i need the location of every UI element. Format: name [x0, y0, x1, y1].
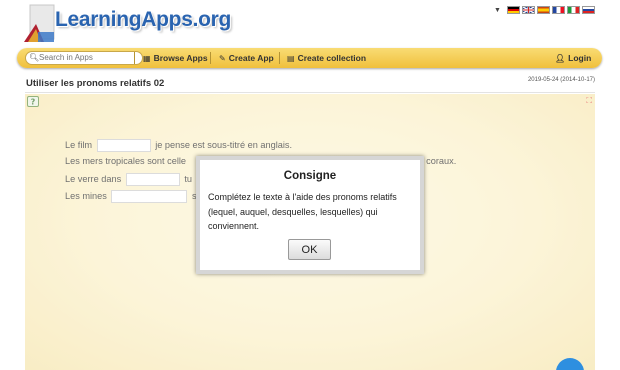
app-date: 2019-05-24 (2014-10-17) [527, 77, 595, 83]
app-frame: ? ⛶ Le film je pense est sous-titré en a… [25, 94, 595, 370]
user-icon: 👤︎ [555, 54, 566, 63]
search-input[interactable] [39, 53, 137, 62]
es-flag-icon[interactable] [536, 6, 550, 14]
ru-flag-icon[interactable] [581, 6, 595, 14]
ok-button[interactable]: OK [288, 239, 331, 260]
instruction-dialog: Consigne Complétez le texte à l'aide des… [196, 156, 424, 274]
nav-divider [134, 52, 135, 64]
it-flag-icon[interactable] [566, 6, 580, 14]
search-icon: 🔍︎ [29, 53, 40, 62]
pencil-icon: ✎ [219, 54, 226, 63]
dialog-title: Consigne [283, 170, 337, 182]
language-selector[interactable]: ▼ [494, 6, 595, 14]
browse-apps-link[interactable]: ▦ Browse Apps [143, 52, 208, 65]
browse-apps-label: Browse Apps [153, 53, 208, 63]
login-link[interactable]: 👤︎ Login [555, 52, 591, 65]
fr-flag-icon[interactable] [551, 6, 565, 14]
create-app-link[interactable]: ✎ Create App [219, 52, 274, 65]
create-collection-label: Create collection [297, 53, 367, 63]
create-app-label: Create App [228, 53, 274, 63]
collection-icon: ▤ [287, 54, 295, 63]
gb-flag-icon[interactable] [521, 6, 535, 14]
create-collection-link[interactable]: ▤ Create collection [287, 52, 366, 65]
logo-text[interactable]: LearningApps.org [55, 8, 231, 32]
search-box[interactable]: 🔍︎ [25, 51, 143, 65]
dialog-text: Complétez le texte à l'aide des pronoms … [208, 192, 397, 231]
navigation-bar: 🔍︎ ▦Browse Apps ✎Create App ▤Create coll… [17, 48, 602, 68]
logo-graphic[interactable] [22, 2, 56, 46]
grid-icon: ▦ [143, 54, 151, 63]
page-title: Utiliser les pronoms relatifs 02 [26, 78, 165, 89]
de-flag-icon[interactable] [506, 6, 520, 14]
login-label: Login [568, 53, 592, 63]
divider [25, 92, 595, 93]
dropdown-caret-icon[interactable]: ▼ [494, 7, 501, 14]
nav-divider [210, 52, 211, 64]
nav-divider [279, 52, 280, 64]
